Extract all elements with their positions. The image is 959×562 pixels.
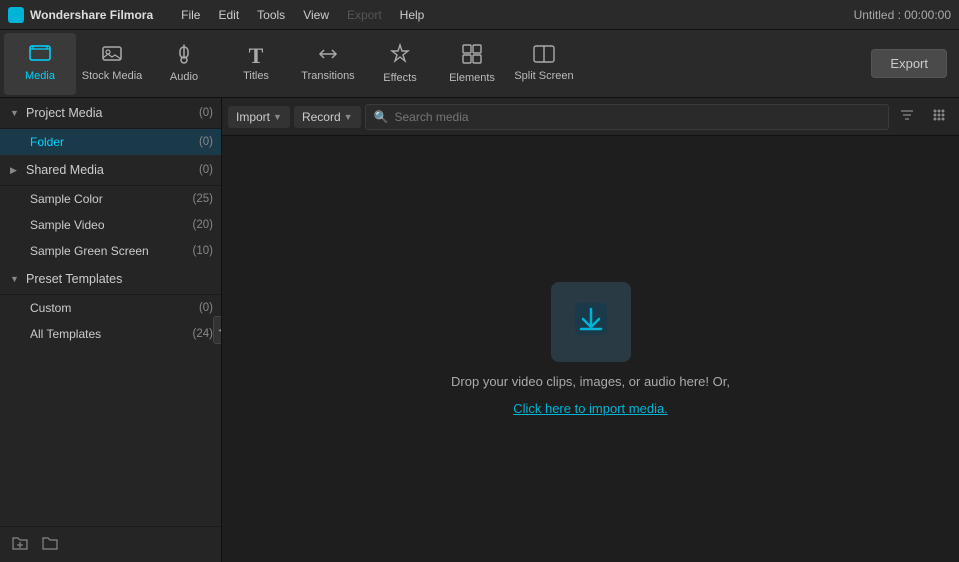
tool-elements[interactable]: Elements [436, 33, 508, 95]
export-button[interactable]: Export [871, 49, 947, 78]
media-icon [29, 45, 51, 67]
tool-audio[interactable]: Audio [148, 33, 220, 95]
transitions-label: Transitions [301, 71, 354, 82]
elements-label: Elements [449, 73, 495, 84]
split-screen-label: Split Screen [514, 71, 573, 82]
collapse-icon: ◀ [218, 325, 222, 336]
sample-green-screen-label: Sample Green Screen [30, 244, 193, 258]
tool-titles[interactable]: T Titles [220, 33, 292, 95]
sample-green-screen-count: (10) [193, 245, 213, 257]
import-button[interactable]: Import ▼ [228, 106, 290, 128]
add-folder-button[interactable] [8, 533, 32, 556]
sidebar-bottom-bar [0, 526, 221, 562]
menu-view[interactable]: View [295, 5, 337, 25]
chevron-down-icon-2: ▼ [10, 274, 20, 284]
search-input[interactable] [395, 110, 881, 124]
custom-count: (0) [199, 302, 213, 314]
sidebar-item-custom[interactable]: Custom (0) [0, 295, 221, 321]
sample-color-label: Sample Color [30, 192, 193, 206]
sidebar: ▼ Project Media (0) Folder (0) ▶ Shared … [0, 98, 222, 562]
tool-transitions[interactable]: Transitions [292, 33, 364, 95]
sample-color-count: (25) [193, 193, 213, 205]
sample-video-label: Sample Video [30, 218, 193, 232]
stock-media-label: Stock Media [82, 71, 143, 82]
drop-text: Drop your video clips, images, or audio … [451, 374, 730, 389]
menu-edit[interactable]: Edit [210, 5, 247, 25]
drop-icon-container [551, 282, 631, 362]
import-label: Import [236, 110, 270, 124]
sidebar-item-folder[interactable]: Folder (0) [0, 129, 221, 155]
section-preset-templates[interactable]: ▼ Preset Templates [0, 264, 221, 295]
record-dropdown-arrow: ▼ [344, 112, 353, 122]
transitions-icon [317, 45, 339, 67]
title-bar: Wondershare Filmora File Edit Tools View… [0, 0, 959, 30]
sidebar-collapse-button[interactable]: ◀ [213, 316, 222, 344]
project-media-count: (0) [199, 107, 213, 119]
tool-media[interactable]: Media [4, 33, 76, 95]
import-dropdown-arrow: ▼ [273, 112, 282, 122]
menu-bar: File Edit Tools View Export Help [173, 5, 853, 25]
window-title: Untitled : 00:00:00 [854, 8, 951, 22]
project-media-label: Project Media [26, 106, 199, 120]
folder-count: (0) [199, 136, 213, 148]
sidebar-item-sample-green-screen[interactable]: Sample Green Screen (10) [0, 238, 221, 264]
tool-split-screen[interactable]: Split Screen [508, 33, 580, 95]
app-name: Wondershare Filmora [30, 8, 153, 22]
all-templates-count: (24) [193, 328, 213, 340]
menu-export: Export [339, 5, 390, 25]
chevron-down-icon: ▼ [10, 108, 20, 118]
titles-icon: T [249, 45, 264, 67]
sample-video-count: (20) [193, 219, 213, 231]
import-download-icon [571, 299, 611, 345]
sidebar-item-all-templates[interactable]: All Templates (24) [0, 321, 221, 347]
search-box: 🔍 [365, 104, 889, 130]
section-project-media[interactable]: ▼ Project Media (0) [0, 98, 221, 129]
split-screen-icon [533, 45, 555, 67]
content-area: Import ▼ Record ▼ 🔍 [222, 98, 959, 562]
search-icon: 🔍 [374, 110, 389, 124]
filter-button[interactable] [893, 103, 921, 130]
stock-media-icon [101, 45, 123, 67]
all-templates-label: All Templates [30, 327, 193, 341]
folder-label: Folder [30, 135, 199, 149]
menu-tools[interactable]: Tools [249, 5, 293, 25]
elements-icon [461, 43, 483, 69]
effects-label: Effects [383, 73, 416, 84]
sidebar-item-sample-video[interactable]: Sample Video (20) [0, 212, 221, 238]
content-toolbar: Import ▼ Record ▼ 🔍 [222, 98, 959, 136]
record-button[interactable]: Record ▼ [294, 106, 361, 128]
app-logo [8, 7, 24, 23]
toolbar: Media Stock Media Audio T Titles Transit… [0, 30, 959, 98]
grid-view-button[interactable] [925, 103, 953, 130]
menu-file[interactable]: File [173, 5, 208, 25]
section-shared-media[interactable]: ▶ Shared Media (0) [0, 155, 221, 186]
audio-icon [175, 44, 193, 68]
new-folder-button[interactable] [38, 533, 62, 556]
sidebar-item-sample-color[interactable]: Sample Color (25) [0, 186, 221, 212]
effects-icon [389, 43, 411, 69]
record-label: Record [302, 110, 341, 124]
tool-stock-media[interactable]: Stock Media [76, 33, 148, 95]
titles-label: Titles [243, 71, 269, 82]
main-area: ▼ Project Media (0) Folder (0) ▶ Shared … [0, 98, 959, 562]
audio-label: Audio [170, 72, 198, 83]
shared-media-count: (0) [199, 164, 213, 176]
tool-effects[interactable]: Effects [364, 33, 436, 95]
drop-zone[interactable]: Drop your video clips, images, or audio … [222, 136, 959, 562]
media-label: Media [25, 71, 55, 82]
shared-media-label: Shared Media [26, 163, 199, 177]
menu-help[interactable]: Help [392, 5, 433, 25]
custom-label: Custom [30, 301, 199, 315]
chevron-right-icon: ▶ [10, 165, 20, 176]
import-link[interactable]: Click here to import media. [513, 401, 668, 416]
preset-templates-label: Preset Templates [26, 272, 213, 286]
